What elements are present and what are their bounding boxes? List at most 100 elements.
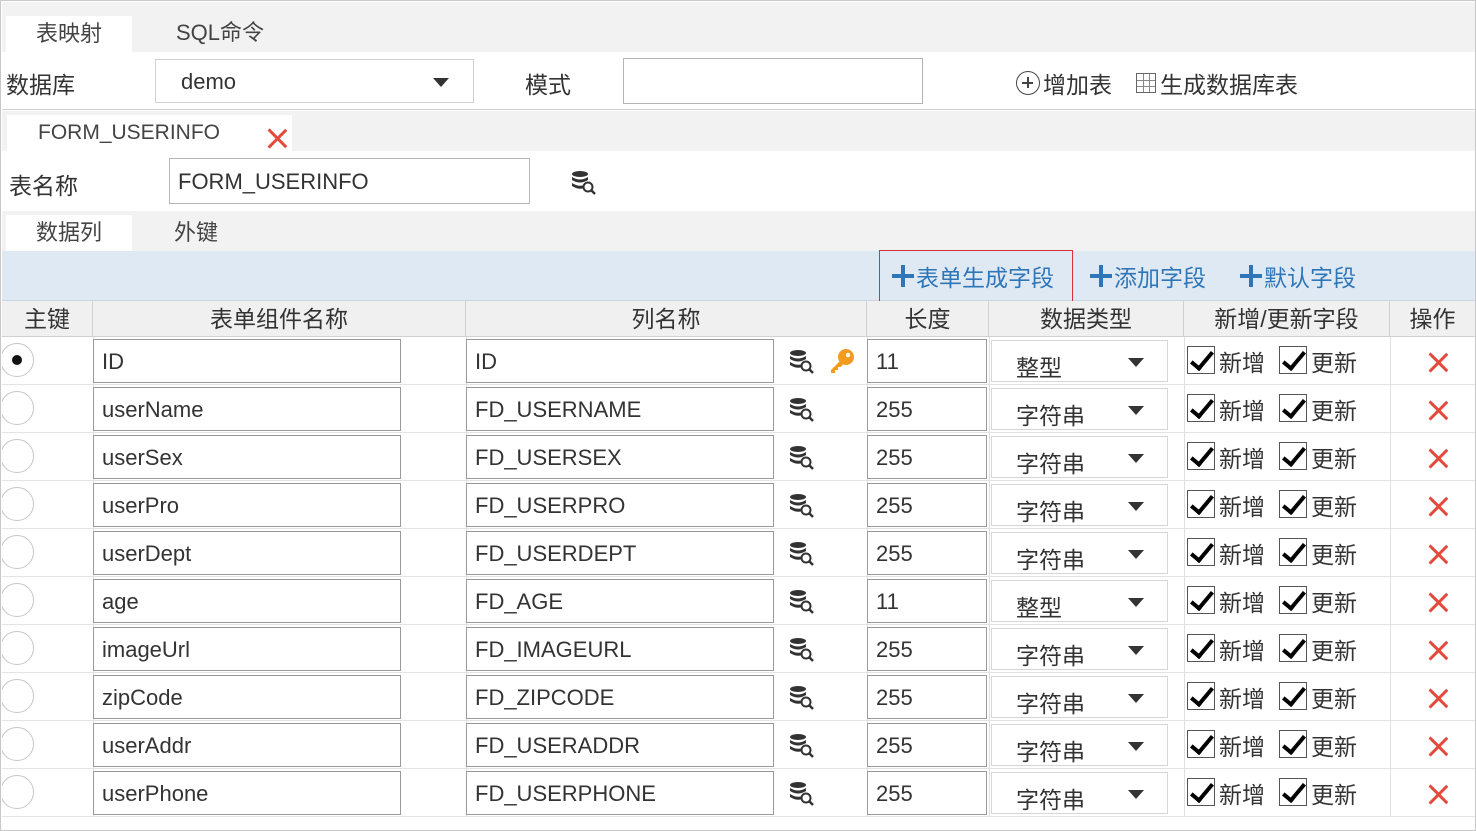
data-type-select[interactable]: 字符串 xyxy=(991,628,1168,670)
database-select[interactable]: demo xyxy=(155,59,474,103)
data-type-select[interactable]: 字符串 xyxy=(991,724,1168,766)
primary-key-radio[interactable] xyxy=(2,583,34,617)
primary-key-radio[interactable] xyxy=(2,775,34,809)
data-type-select[interactable]: 整型 xyxy=(991,580,1168,622)
data-type-select[interactable]: 字符串 xyxy=(991,532,1168,574)
update-checkbox[interactable] xyxy=(1279,682,1307,710)
table-name-input[interactable]: FORM_USERINFO xyxy=(169,158,530,204)
column-name-input[interactable]: ID xyxy=(466,339,774,383)
data-type-select[interactable]: 字符串 xyxy=(991,436,1168,478)
database-search-icon[interactable] xyxy=(788,636,814,662)
data-type-select[interactable]: 字符串 xyxy=(991,772,1168,814)
update-checkbox[interactable] xyxy=(1279,778,1307,806)
tab-foreign-keys[interactable]: 外键 xyxy=(136,215,256,251)
insert-checkbox[interactable] xyxy=(1187,394,1215,422)
database-search-icon[interactable] xyxy=(570,169,596,195)
update-checkbox[interactable] xyxy=(1279,346,1307,374)
primary-key-radio[interactable] xyxy=(2,631,34,665)
component-name-input[interactable]: userAddr xyxy=(93,723,401,767)
length-input[interactable]: 255 xyxy=(867,627,987,671)
component-name-input[interactable]: ID xyxy=(93,339,401,383)
insert-checkbox[interactable] xyxy=(1187,490,1215,518)
length-input[interactable]: 255 xyxy=(867,771,987,815)
insert-checkbox[interactable] xyxy=(1187,730,1215,758)
delete-row-icon[interactable] xyxy=(1427,351,1449,373)
column-name-input[interactable]: FD_USERSEX xyxy=(466,435,774,479)
insert-checkbox[interactable] xyxy=(1187,346,1215,374)
length-input[interactable]: 255 xyxy=(867,531,987,575)
delete-row-icon[interactable] xyxy=(1427,543,1449,565)
update-checkbox[interactable] xyxy=(1279,586,1307,614)
schema-input[interactable] xyxy=(623,58,923,104)
column-name-input[interactable]: FD_USERDEPT xyxy=(466,531,774,575)
insert-checkbox[interactable] xyxy=(1187,682,1215,710)
update-checkbox[interactable] xyxy=(1279,634,1307,662)
component-name-input[interactable]: imageUrl xyxy=(93,627,401,671)
update-checkbox[interactable] xyxy=(1279,442,1307,470)
data-type-select[interactable]: 字符串 xyxy=(991,388,1168,430)
insert-checkbox[interactable] xyxy=(1187,634,1215,662)
component-name-input[interactable]: age xyxy=(93,579,401,623)
database-search-icon[interactable] xyxy=(788,348,814,374)
update-checkbox[interactable] xyxy=(1279,730,1307,758)
delete-row-icon[interactable] xyxy=(1427,591,1449,613)
tab-data-columns[interactable]: 数据列 xyxy=(6,215,132,251)
insert-checkbox[interactable] xyxy=(1187,586,1215,614)
insert-checkbox[interactable] xyxy=(1187,538,1215,566)
component-name-input[interactable]: userSex xyxy=(93,435,401,479)
column-name-input[interactable]: FD_USERPHONE xyxy=(466,771,774,815)
generate-db-table-button[interactable]: 生成数据库表 xyxy=(1136,66,1298,100)
length-input[interactable]: 11 xyxy=(867,579,987,623)
length-input[interactable]: 255 xyxy=(867,435,987,479)
tab-table-mapping[interactable]: 表映射 xyxy=(6,16,132,52)
primary-key-radio[interactable] xyxy=(2,391,34,425)
database-search-icon[interactable] xyxy=(788,444,814,470)
delete-row-icon[interactable] xyxy=(1427,783,1449,805)
insert-checkbox[interactable] xyxy=(1187,442,1215,470)
length-input[interactable]: 255 xyxy=(867,723,987,767)
component-name-input[interactable]: userPhone xyxy=(93,771,401,815)
component-name-input[interactable]: zipCode xyxy=(93,675,401,719)
database-search-icon[interactable] xyxy=(788,780,814,806)
column-name-input[interactable]: FD_ZIPCODE xyxy=(466,675,774,719)
database-search-icon[interactable] xyxy=(788,492,814,518)
column-name-input[interactable]: FD_USERPRO xyxy=(466,483,774,527)
default-fields-button[interactable]: 默认字段 xyxy=(1240,261,1356,291)
delete-row-icon[interactable] xyxy=(1427,639,1449,661)
database-search-icon[interactable] xyxy=(788,732,814,758)
generate-fields-from-form-button[interactable]: 表单生成字段 xyxy=(892,261,1054,291)
component-name-input[interactable]: userDept xyxy=(93,531,401,575)
primary-key-radio[interactable] xyxy=(2,487,34,521)
database-search-icon[interactable] xyxy=(788,684,814,710)
column-name-input[interactable]: FD_USERADDR xyxy=(466,723,774,767)
length-input[interactable]: 11 xyxy=(867,339,987,383)
delete-row-icon[interactable] xyxy=(1427,735,1449,757)
column-name-input[interactable]: FD_USERNAME xyxy=(466,387,774,431)
data-type-select[interactable]: 字符串 xyxy=(991,484,1168,526)
data-type-select[interactable]: 整型 xyxy=(991,340,1168,382)
tab-form-userinfo[interactable]: FORM_USERINFO xyxy=(7,115,292,151)
column-name-input[interactable]: FD_IMAGEURL xyxy=(466,627,774,671)
update-checkbox[interactable] xyxy=(1279,538,1307,566)
delete-row-icon[interactable] xyxy=(1427,447,1449,469)
insert-checkbox[interactable] xyxy=(1187,778,1215,806)
delete-row-icon[interactable] xyxy=(1427,495,1449,517)
database-search-icon[interactable] xyxy=(788,540,814,566)
primary-key-radio[interactable] xyxy=(2,343,34,377)
delete-row-icon[interactable] xyxy=(1427,687,1449,709)
database-search-icon[interactable] xyxy=(788,396,814,422)
length-input[interactable]: 255 xyxy=(867,675,987,719)
database-search-icon[interactable] xyxy=(788,588,814,614)
add-table-button[interactable]: 增加表 xyxy=(1016,66,1112,100)
column-name-input[interactable]: FD_AGE xyxy=(466,579,774,623)
close-icon[interactable] xyxy=(266,127,288,149)
component-name-input[interactable]: userPro xyxy=(93,483,401,527)
component-name-input[interactable]: userName xyxy=(93,387,401,431)
length-input[interactable]: 255 xyxy=(867,483,987,527)
length-input[interactable]: 255 xyxy=(867,387,987,431)
add-field-button[interactable]: 添加字段 xyxy=(1090,261,1206,291)
primary-key-radio[interactable] xyxy=(2,727,34,761)
update-checkbox[interactable] xyxy=(1279,490,1307,518)
primary-key-radio[interactable] xyxy=(2,439,34,473)
update-checkbox[interactable] xyxy=(1279,394,1307,422)
